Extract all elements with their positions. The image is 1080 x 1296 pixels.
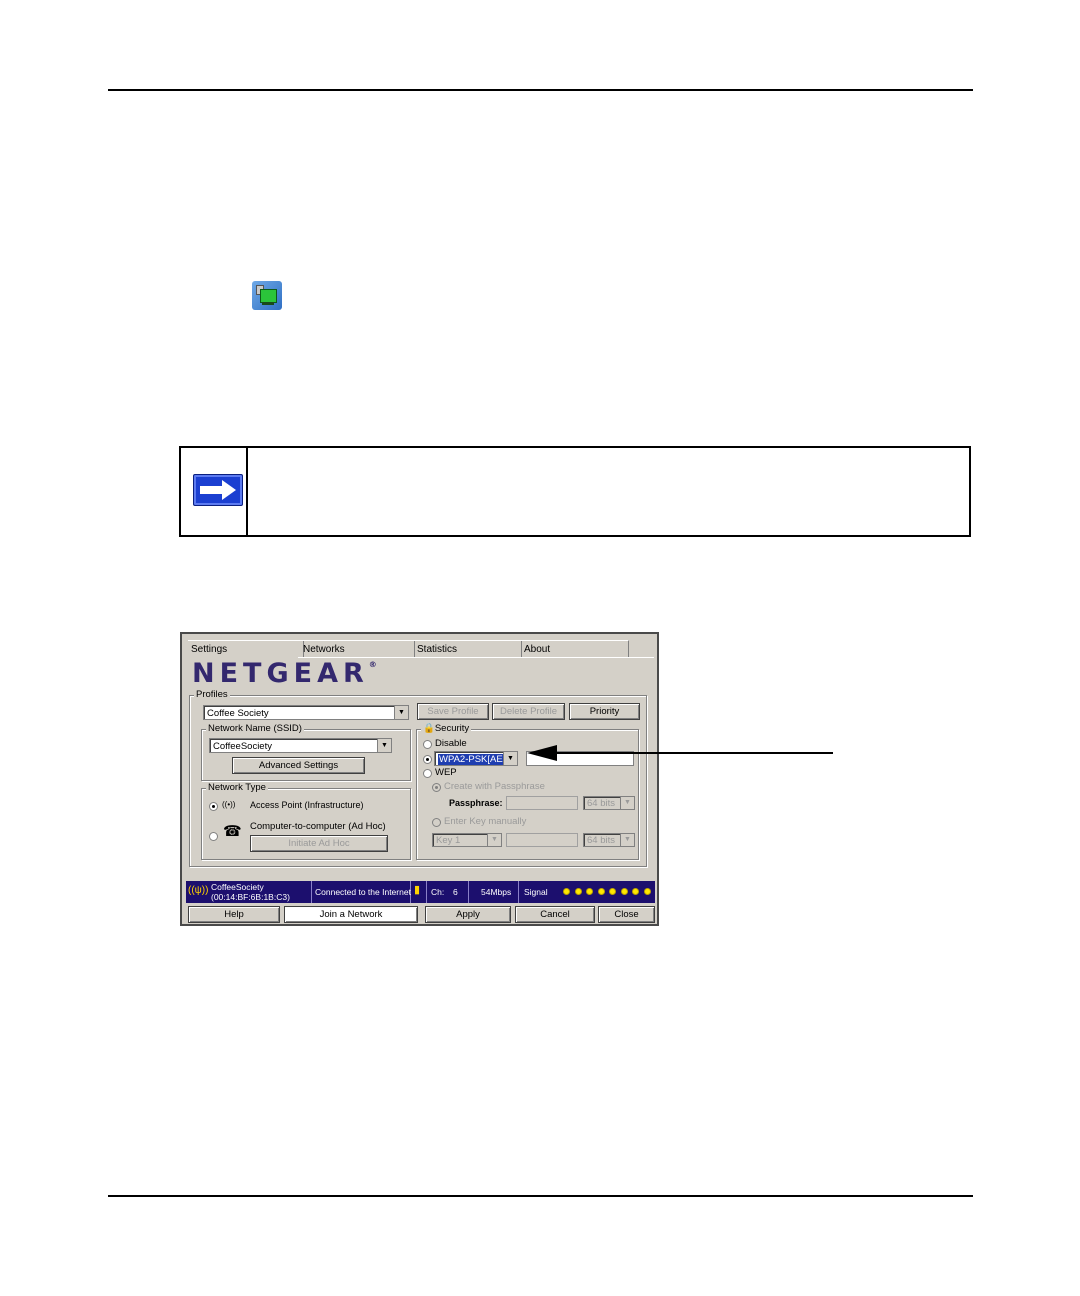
cancel-button[interactable]: Cancel [515,906,595,923]
tab-statistics[interactable]: Statistics [414,640,522,658]
advanced-settings-button[interactable]: Advanced Settings [232,757,365,774]
netgear-logo: NETGEAR® [192,658,377,689]
wep-bits-select-2[interactable]: 64 bits ▼ [583,833,635,847]
network-name-group: Network Name (SSID) CoffeeSociety ▼ Advan… [201,723,411,781]
profiles-legend: Profiles [194,689,230,701]
status-rate-cell: 54Mbps [469,881,519,903]
chevron-down-icon: ▼ [620,834,634,846]
status-lock-cell: ▮ [411,881,427,903]
signal-dot [609,888,616,895]
network-type-legend: Network Type [206,782,268,794]
wep-key-input[interactable] [506,833,578,847]
tab-about[interactable]: About [521,640,629,658]
adhoc-label: Computer-to-computer (Ad Hoc) [250,821,386,832]
note-divider [246,448,248,535]
profiles-group: Profiles Coffee Society ▼ Save Profile De… [189,689,647,867]
save-profile-button[interactable]: Save Profile [417,703,489,720]
help-button[interactable]: Help [188,906,280,923]
status-ssid: CoffeeSociety [211,882,264,892]
lock-icon: 🔒 [423,723,435,734]
access-point-icon: ((•)) [222,800,236,809]
enter-key-radio[interactable] [432,818,441,827]
security-disable-label: Disable [435,738,467,749]
security-wpa-radio[interactable] [423,755,432,764]
monitor-base [262,302,274,305]
status-channel: 6 [453,887,458,897]
infrastructure-label: Access Point (Infrastructure) [250,800,364,810]
key-index-select[interactable]: Key 1 ▼ [432,833,502,847]
apply-button[interactable]: Apply [425,906,511,923]
tab-settings[interactable]: Settings [188,640,304,658]
security-wep-label: WEP [435,767,457,778]
antenna-icon: ((ψ)) [188,885,209,896]
initiate-adhoc-button[interactable]: Initiate Ad Hoc [250,835,388,852]
status-bar: ((ψ)) CoffeeSociety (00:14:BF:6B:1B:C3) … [186,881,655,903]
status-channel-cell: Ch: 6 [427,881,469,903]
infrastructure-radio[interactable] [209,802,218,811]
header-rule [108,89,973,91]
status-ssid-cell: ((ψ)) CoffeeSociety (00:14:BF:6B:1B:C3) [186,881,312,903]
note-arrow-icon [193,474,243,506]
adhoc-computer-icon: ☎ [223,823,242,840]
status-connection: Connected to the Internet [315,887,411,897]
delete-profile-button[interactable]: Delete Profile [492,703,565,720]
priority-button[interactable]: Priority [569,703,640,720]
signal-dot [574,888,582,895]
enter-key-label: Enter Key manually [444,816,527,827]
status-signal-label: Signal [524,887,548,897]
chevron-down-icon: ▼ [487,834,501,846]
status-signal-cell: Signal [519,881,655,903]
chevron-down-icon: ▼ [377,739,391,752]
profile-select[interactable]: Coffee Society ▼ [203,705,409,720]
close-button[interactable]: Close [598,906,655,923]
wireless-utility-tray-icon [252,281,282,310]
status-rate: 54Mbps [481,887,512,897]
status-channel-label: Ch: [431,887,445,897]
footer-rule [108,1195,973,1197]
signal-dot [597,888,605,895]
status-mac: (00:14:BF:6B:1B:C3) [211,892,290,902]
monitor-icon [260,289,277,303]
wep-bits-select-1[interactable]: 64 bits ▼ [583,796,635,810]
ssid-select[interactable]: CoffeeSociety ▼ [209,738,392,753]
signal-dot [632,888,639,895]
tab-networks[interactable]: Networks [300,640,415,658]
passphrase-label: Passphrase: [449,798,503,808]
smart-wizard-window: Settings Networks Statistics About NETGE… [180,632,659,926]
signal-dot [643,888,651,895]
chevron-down-icon: ▼ [394,706,408,719]
note-box [179,446,971,537]
security-wep-radio[interactable] [423,769,432,778]
network-name-legend: Network Name (SSID) [206,723,304,735]
network-type-group: Network Type ((•)) Access Point (Infrast… [201,782,411,860]
security-legend: 🔒Security [421,723,472,735]
status-connection-cell: Connected to the Internet [312,881,411,903]
lock-icon: ▮ [414,884,421,896]
adhoc-radio[interactable] [209,832,218,841]
callout-line [545,752,833,754]
create-passphrase-radio[interactable] [432,783,441,792]
signal-dot [586,888,593,895]
signal-dot [563,888,570,895]
security-disable-radio[interactable] [423,740,432,749]
wep-passphrase-input[interactable] [506,796,578,810]
chevron-down-icon: ▼ [620,797,634,809]
join-network-button[interactable]: Join a Network [284,906,418,923]
signal-dot [620,888,628,895]
wpa-select[interactable]: WPA2-PSK[AES] ▼ [434,751,518,766]
create-passphrase-label: Create with Passphrase [444,781,545,792]
chevron-down-icon: ▼ [503,752,517,765]
